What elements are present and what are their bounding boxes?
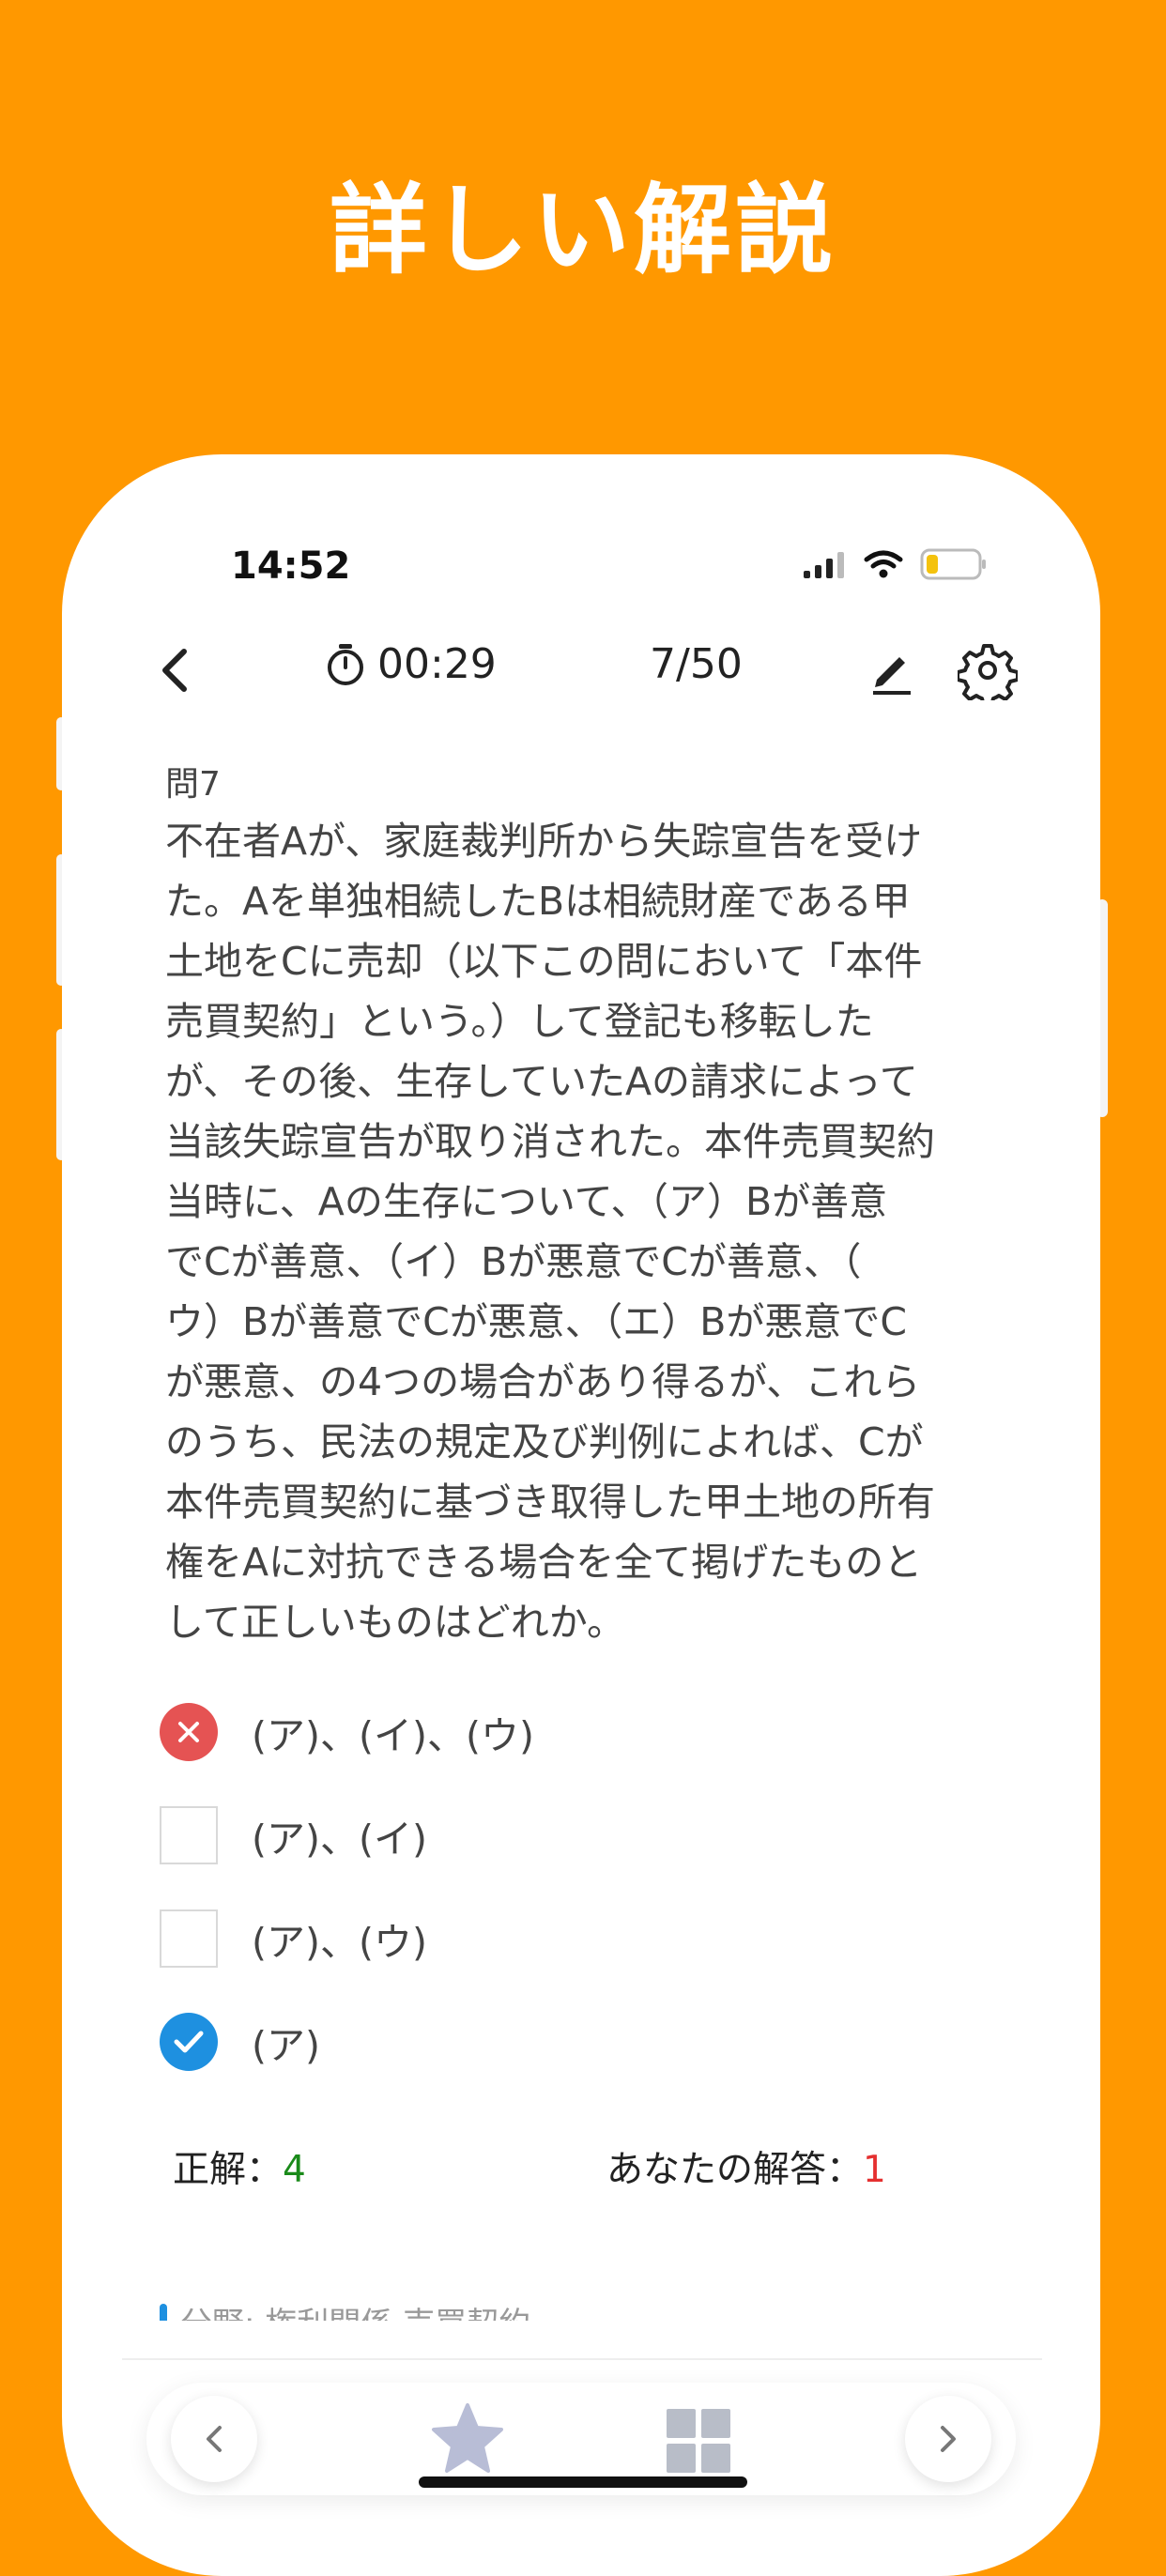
home-indicator [419, 2476, 747, 2488]
question-line: して正しいものはどれか。 [165, 1600, 625, 1645]
category: 分野: 権利関係 売買契約 [160, 2298, 530, 2321]
question-line: 当時に、Aの生存について、（ア）Bが善意 [165, 1179, 888, 1224]
timer-value: 00:29 [377, 640, 497, 688]
question-line: た。Aを単独相続したBは相続財産である甲 [165, 879, 911, 924]
question-number: 問7 [165, 765, 221, 804]
status-icons [804, 548, 988, 580]
question-line: でCが善意、（イ）Bが悪意でCが善意、（ [165, 1239, 862, 1284]
phone-screen: 14:52 00:29 7/50 問7 不在者Aが、家庭裁判所から失踪宣告を受け… [62, 454, 1100, 2576]
category-text: 分野: 権利関係 売買契約 [180, 2298, 530, 2321]
wrong-mark-icon [160, 1703, 218, 1761]
your-answer-value: 1 [863, 2149, 886, 2191]
back-chevron-icon[interactable] [148, 642, 205, 698]
battery-icon [920, 548, 986, 580]
gear-icon[interactable] [958, 640, 1018, 700]
stopwatch-icon [328, 643, 363, 685]
question-line: 権をAに対抗できる場合を全て掲げたものと [165, 1540, 923, 1585]
question-text: 不在者Aが、家庭裁判所から失踪宣告を受け た。Aを単独相続したBは相続財産である… [165, 811, 1038, 1652]
option-label: (ア)、(ウ) [252, 1920, 427, 1965]
status-time: 14:52 [231, 544, 351, 588]
question-line: 本件売買契約に基づき取得した甲土地の所有 [165, 1480, 935, 1525]
navbar: 00:29 7/50 [62, 623, 1100, 717]
timer: 00:29 [325, 640, 497, 688]
divider [122, 2358, 1042, 2360]
option-label: (ア)、(イ)、(ウ) [252, 1713, 534, 1758]
question-progress: 7/50 [650, 640, 743, 688]
option-3[interactable]: (ア)、(ウ) [160, 1906, 427, 1971]
question-line: 売買契約」という。）して登記も移転した [165, 999, 874, 1044]
question-line: 不在者Aが、家庭裁判所から失踪宣告を受け [165, 819, 923, 864]
correct-answer: 正解：4 [173, 2140, 306, 2193]
question-line: 当該失踪宣告が取り消された。本件売買契約 [165, 1119, 935, 1164]
category-accent-bar [160, 2304, 167, 2321]
question-line: が悪意、の4つの場合があり得るが、これら [165, 1359, 921, 1404]
checkbox[interactable] [160, 1909, 218, 1968]
chevron-right-icon [941, 2426, 956, 2452]
correct-answer-label: 正解： [173, 2149, 284, 2191]
next-button[interactable] [905, 2396, 991, 2482]
wifi-icon [864, 550, 903, 578]
check-mark-icon [160, 2013, 218, 2071]
option-2[interactable]: (ア)、(イ) [160, 1802, 427, 1868]
signal-icon [804, 552, 844, 578]
question-line: 土地をCに売却（以下この問において「本件 [165, 939, 923, 984]
option-4[interactable]: (ア) [160, 2009, 320, 2075]
chevron-left-icon [207, 2426, 222, 2452]
grid-icon[interactable] [665, 2407, 732, 2475]
question-line: が、その後、生存していたAの請求によって [165, 1059, 918, 1104]
your-answer-label: あなたの解答： [606, 2149, 864, 2191]
option-1[interactable]: (ア)、(イ)、(ウ) [160, 1699, 534, 1765]
option-label: (ア)、(イ) [252, 1817, 427, 1862]
question-line: ウ）Bが善意でCが悪意、（エ）Bが悪意でC [165, 1299, 908, 1344]
pencil-icon[interactable] [864, 642, 920, 698]
option-label: (ア) [252, 2023, 320, 2068]
question-line: のうち、民法の規定及び判例によれば、Cが [165, 1419, 924, 1464]
promo-title: 詳しい解説 [329, 173, 836, 287]
your-answer: あなたの解答：1 [606, 2140, 886, 2193]
star-icon[interactable] [428, 2400, 507, 2478]
checkbox[interactable] [160, 1806, 218, 1864]
correct-answer-value: 4 [283, 2149, 306, 2191]
previous-button[interactable] [171, 2396, 257, 2482]
